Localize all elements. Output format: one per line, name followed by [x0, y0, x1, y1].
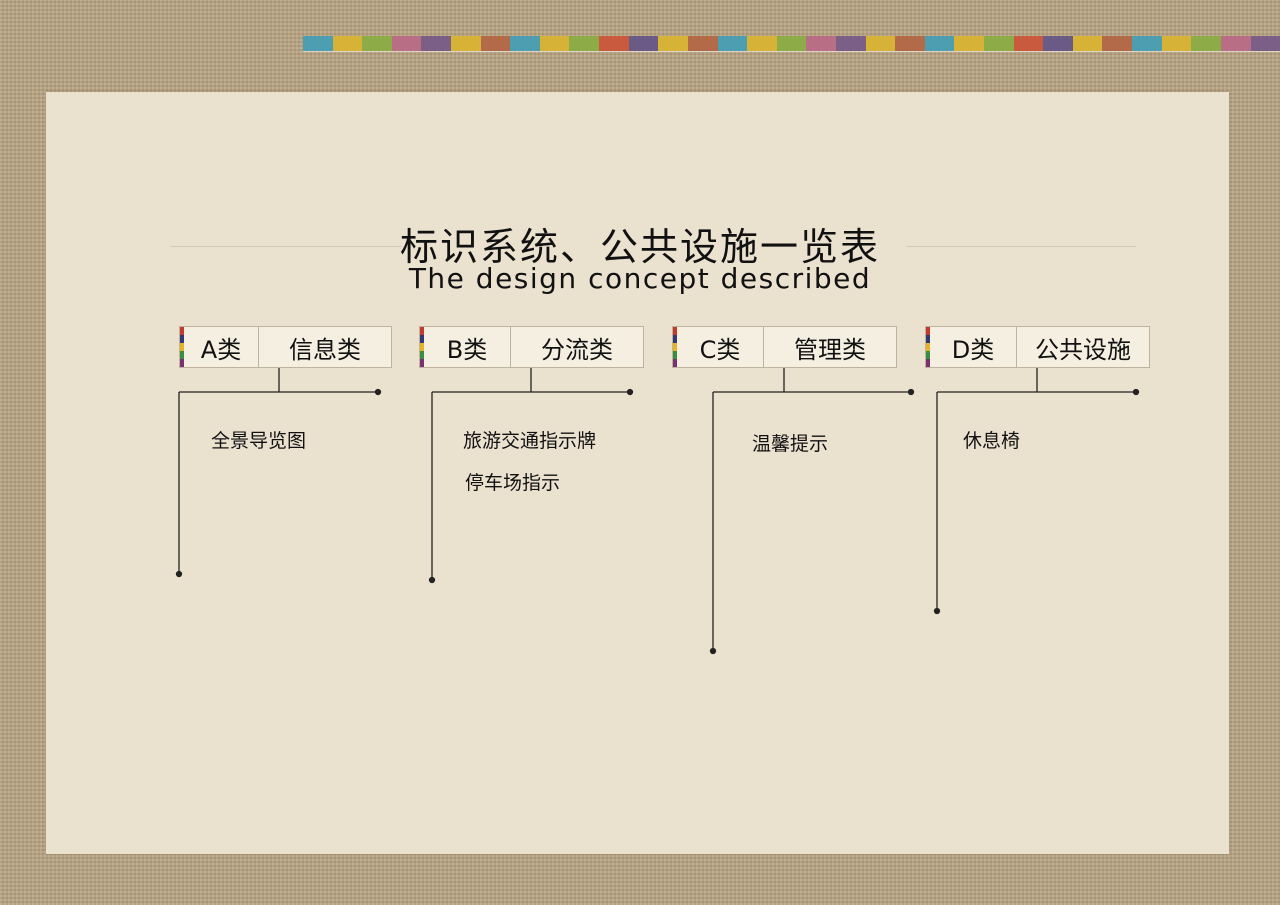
category-code: A类 [184, 327, 259, 367]
connector-a-bottom-dot [175, 570, 183, 578]
connector-d-end-dot [1132, 388, 1140, 396]
connector-c-end-dot [907, 388, 915, 396]
connector-d-bottom-dot [933, 607, 941, 615]
category-name: 信息类 [289, 335, 361, 364]
list-item: 温馨提示 [752, 433, 829, 455]
category-header-d: D类 公共设施 [925, 326, 1150, 368]
list-item: 休息椅 [963, 430, 1021, 452]
category-name: 分流类 [541, 335, 613, 364]
connector-b-bottom-dot [428, 576, 436, 584]
category-name: 公共设施 [1035, 335, 1131, 364]
category-code: D类 [930, 327, 1017, 367]
category-name: 管理类 [794, 335, 866, 364]
list-item: 停车场指示 [465, 472, 561, 494]
category-header-b: B类 分流类 [419, 326, 644, 368]
category-header-c: C类 管理类 [672, 326, 897, 368]
category-code: B类 [424, 327, 511, 367]
connector-a-end-dot [374, 388, 382, 396]
list-item: 全景导览图 [211, 430, 307, 452]
category-header-a: A类 信息类 [179, 326, 392, 368]
connector-b-end-dot [626, 388, 634, 396]
list-item: 旅游交通指示牌 [463, 430, 597, 452]
category-code: C类 [677, 327, 764, 367]
connector-c-bottom-dot [709, 647, 717, 655]
connector-lines [175, 367, 1140, 655]
